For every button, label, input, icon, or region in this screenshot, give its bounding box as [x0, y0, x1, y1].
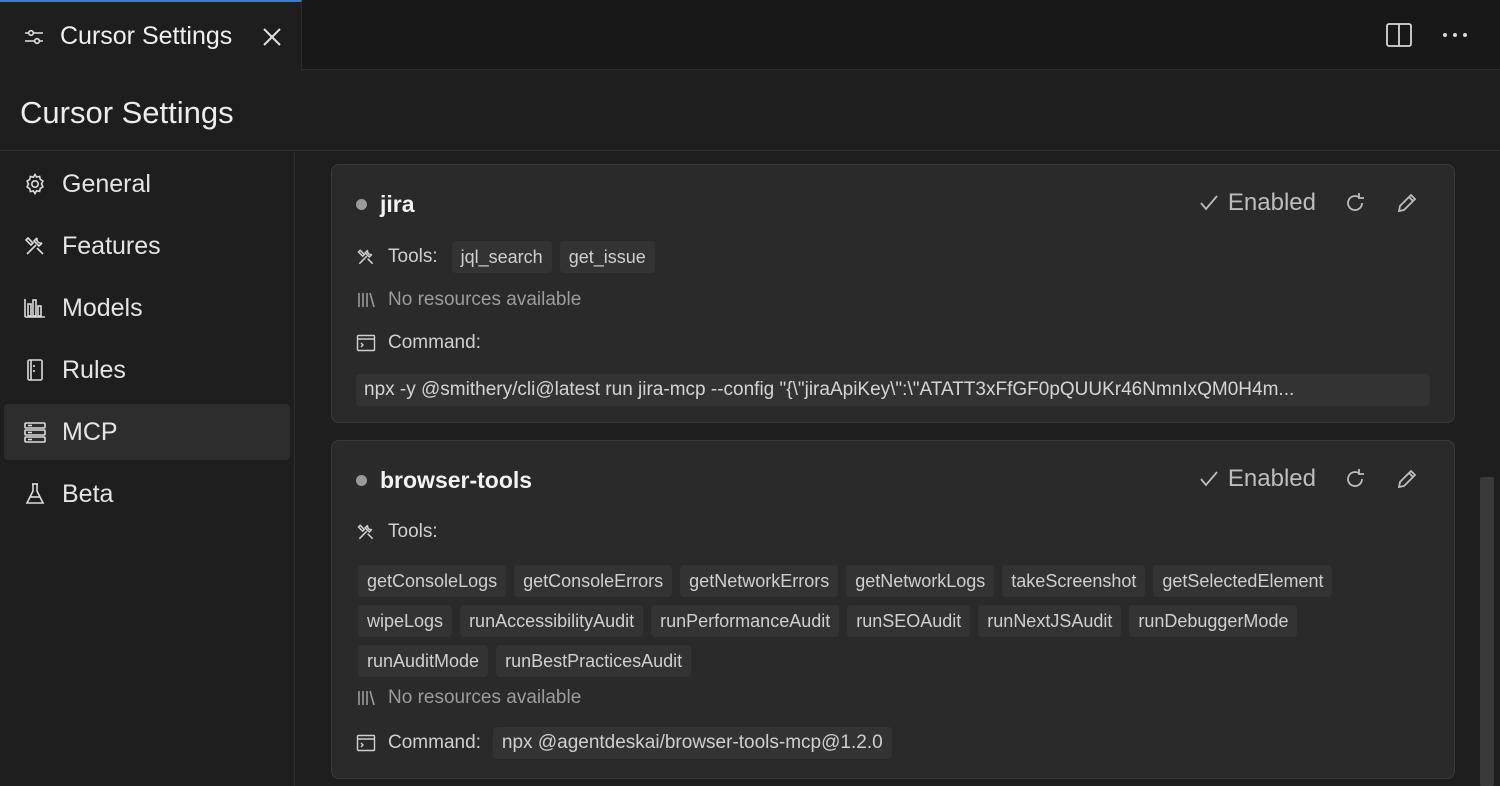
tool-chip: getConsoleErrors [514, 565, 673, 597]
flask-icon [22, 481, 48, 507]
page-title: Cursor Settings [20, 95, 234, 130]
gear-icon [22, 171, 48, 197]
sidebar-item-label: Features [62, 231, 161, 260]
sidebar-item-label: Beta [62, 479, 114, 508]
refresh-icon[interactable] [1342, 466, 1368, 492]
command-label: Command: [388, 732, 481, 753]
enabled-toggle[interactable]: Enabled [1198, 189, 1316, 217]
sidebar-item-beta[interactable]: Beta [4, 466, 290, 522]
tab-bar: Cursor Settings [0, 0, 1500, 71]
tools-icon [356, 247, 376, 267]
refresh-icon[interactable] [1342, 190, 1368, 216]
tool-chip: get_issue [559, 241, 655, 273]
sidebar-item-models[interactable]: Models [4, 280, 290, 336]
enabled-label: Enabled [1227, 189, 1316, 216]
tool-chip: takeScreenshot [1002, 565, 1146, 597]
book-icon [22, 357, 48, 383]
sidebar-item-rules[interactable]: Rules [4, 342, 290, 398]
sidebar-item-label: MCP [62, 417, 118, 446]
sidebar-item-label: General [62, 169, 151, 198]
tab-title: Cursor Settings [60, 22, 233, 50]
tool-chip: getSelectedElement [1153, 565, 1333, 597]
tool-chip: runNextJSAudit [978, 605, 1122, 637]
split-editor-icon[interactable] [1384, 20, 1414, 50]
tools-icon [22, 233, 48, 259]
terminal-icon [356, 333, 376, 353]
tools-label: Tools: [388, 246, 438, 267]
command-label: Command: [388, 332, 481, 353]
tools-label: Tools: [388, 521, 438, 542]
tool-chip: runAccessibilityAudit [460, 605, 644, 637]
resources-text: No resources available [388, 687, 582, 708]
tools-icon [356, 522, 376, 542]
sidebar: General Features Models Rules MCP Beta [0, 152, 295, 786]
enabled-toggle[interactable]: Enabled [1198, 465, 1316, 493]
check-icon [1198, 192, 1220, 214]
tool-chip: jql_search [451, 241, 552, 273]
server-name: browser-tools [380, 467, 533, 493]
scrollbar[interactable] [1480, 477, 1494, 786]
terminal-icon [356, 733, 376, 753]
edit-icon[interactable] [1394, 466, 1420, 492]
bar-chart-icon [22, 295, 48, 321]
sidebar-item-label: Rules [62, 355, 126, 384]
tab-cursor-settings[interactable]: Cursor Settings [0, 0, 302, 71]
more-actions-icon[interactable] [1440, 20, 1470, 50]
server-name: jira [380, 191, 415, 217]
tool-chip: runAuditMode [358, 645, 489, 677]
check-icon [1198, 468, 1220, 490]
sliders-icon [22, 25, 46, 49]
mcp-server-card: jira Enabled Tools: jql_search get_issue [331, 164, 1455, 423]
sidebar-item-general[interactable]: General [4, 156, 290, 212]
resources-text: No resources available [388, 289, 582, 310]
status-dot [356, 199, 367, 210]
tool-chip: runDebuggerMode [1129, 605, 1298, 637]
sidebar-item-label: Models [62, 293, 143, 322]
server-icon [22, 419, 48, 445]
close-icon[interactable] [261, 26, 283, 48]
status-dot [356, 475, 367, 486]
tools-list: getConsoleLogs getConsoleErrors getNetwo… [358, 565, 1438, 677]
tool-chip: runSEOAudit [847, 605, 971, 637]
enabled-label: Enabled [1227, 465, 1316, 492]
edit-icon[interactable] [1394, 190, 1420, 216]
tool-chip: getConsoleLogs [358, 565, 507, 597]
tool-chip: getNetworkLogs [846, 565, 995, 597]
command-text: npx @agentdeskai/browser-tools-mcp@1.2.0 [492, 727, 892, 759]
tool-chip: wipeLogs [358, 605, 453, 637]
page-header: Cursor Settings [0, 71, 1500, 151]
library-icon [356, 290, 376, 310]
tool-chip: runBestPracticesAudit [496, 645, 692, 677]
tool-chip: getNetworkErrors [680, 565, 839, 597]
sidebar-item-features[interactable]: Features [4, 218, 290, 274]
sidebar-item-mcp[interactable]: MCP [4, 404, 290, 460]
command-text: npx -y @smithery/cli@latest run jira-mcp… [356, 374, 1430, 406]
library-icon [356, 688, 376, 708]
tool-chip: runPerformanceAudit [651, 605, 840, 637]
mcp-settings-panel: jira Enabled Tools: jql_search get_issue [296, 152, 1500, 786]
mcp-server-card: browser-tools Enabled Tools: getConsoleL… [331, 440, 1455, 779]
